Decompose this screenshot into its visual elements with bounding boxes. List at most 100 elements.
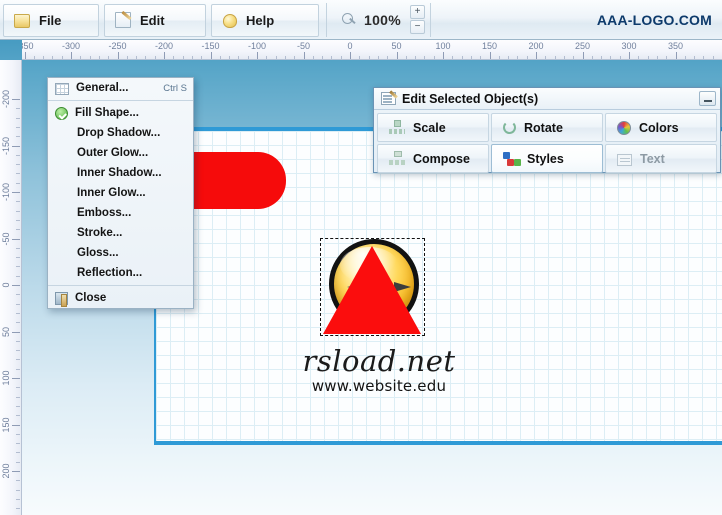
ruler-label: 50	[1, 326, 11, 337]
ruler-minor-tick	[694, 56, 696, 59]
panel-button-colors[interactable]: Colors	[605, 113, 717, 142]
menu-item-label: Stroke...	[77, 227, 123, 239]
ruler-minor-tick	[312, 56, 314, 59]
edit-selected-objects-panel[interactable]: Edit Selected Object(s) Scale Rotate Color…	[373, 87, 721, 173]
vertical-ruler: -200 -150 -100 -50 0 50 100 150 200	[0, 60, 22, 515]
ruler-minor-tick	[526, 56, 528, 59]
menu-item-fill-shape[interactable]: Fill Shape...	[48, 103, 193, 123]
ruler-minor-tick	[16, 396, 20, 398]
menu-item-drop-shadow[interactable]: Drop Shadow...	[48, 123, 193, 143]
edit-document-icon	[115, 12, 131, 28]
ruler-tick	[210, 52, 212, 59]
logo-object-group[interactable]	[320, 238, 425, 338]
ruler-tick	[12, 378, 20, 379]
ruler-tick	[629, 52, 630, 59]
ruler-label: -100	[247, 41, 267, 51]
panel-button-styles[interactable]: Styles	[491, 144, 603, 173]
ruler-tick	[71, 52, 72, 59]
panel-button-rotate[interactable]: Rotate	[491, 113, 603, 142]
menu-item-general[interactable]: General... Ctrl S	[48, 78, 193, 98]
menu-item-label: Reflection...	[77, 267, 143, 279]
ruler-minor-tick	[16, 210, 20, 212]
ruler-minor-tick	[294, 56, 296, 59]
ruler-minor-tick	[16, 312, 20, 314]
ruler-minor-tick	[182, 56, 184, 59]
menu-item-close[interactable]: Close	[48, 288, 193, 308]
menu-item-inner-shadow[interactable]: Inner Shadow...	[48, 163, 193, 183]
ruler-minor-tick	[16, 266, 20, 268]
ruler-minor-tick	[359, 56, 361, 59]
ruler-minor-tick	[108, 56, 110, 59]
ruler-label: 100	[1, 370, 11, 386]
ruler-tick	[489, 52, 491, 59]
ruler-tick	[164, 52, 165, 59]
ruler-minor-tick	[173, 56, 175, 59]
menu-item-spacer	[55, 206, 70, 221]
menu-item-label: Fill Shape...	[75, 107, 139, 119]
minimize-button[interactable]	[699, 91, 716, 106]
file-button[interactable]: File	[3, 3, 99, 37]
ruler-minor-tick	[573, 56, 575, 59]
ruler-minor-tick	[415, 56, 417, 59]
menu-item-label: Gloss...	[77, 247, 119, 259]
ruler-label: -50	[1, 231, 11, 246]
panel-button-scale[interactable]: Scale	[377, 113, 489, 142]
ruler-minor-tick	[452, 56, 454, 59]
menu-item-label: Emboss...	[77, 207, 132, 219]
logo-script-text[interactable]: rsload.net	[299, 344, 459, 378]
ruler-label: 0	[1, 282, 11, 288]
ruler-minor-tick	[703, 56, 705, 59]
menu-item-stroke[interactable]: Stroke...	[48, 223, 193, 243]
horizontal-ruler: -350 -300 -250 -200 -150 -100 -50 0 50 100 150 200 2…	[22, 40, 722, 60]
ruler-minor-tick	[368, 56, 370, 59]
toolbar-divider-2	[430, 2, 432, 37]
ruler-label: -100	[1, 182, 11, 202]
menu-item-reflection[interactable]: Reflection...	[48, 263, 193, 283]
edit-button[interactable]: Edit	[104, 3, 206, 37]
ruler-minor-tick	[16, 415, 20, 417]
help-button[interactable]: Help	[211, 3, 319, 37]
ruler-minor-tick	[16, 117, 20, 119]
logo-sub-text[interactable]: www.website.edu	[299, 377, 459, 395]
ruler-minor-tick	[16, 443, 20, 445]
ruler-label: -200	[154, 41, 174, 51]
color-wheel-icon	[617, 120, 631, 135]
ruler-label: -350	[22, 41, 34, 51]
ruler-minor-tick	[16, 257, 20, 259]
menu-item-emboss[interactable]: Emboss...	[48, 203, 193, 223]
menu-item-spacer	[55, 246, 70, 261]
ruler-minor-tick	[638, 56, 640, 59]
ruler-tick	[257, 52, 258, 59]
ruler-minor-tick	[229, 56, 231, 59]
ruler-minor-tick	[322, 56, 324, 59]
ruler-minor-tick	[16, 294, 20, 296]
ruler-minor-tick	[470, 56, 472, 59]
menu-item-shortcut: Ctrl S	[163, 82, 187, 94]
menu-item-inner-glow[interactable]: Inner Glow...	[48, 183, 193, 203]
menu-item-label: Inner Glow...	[77, 187, 146, 199]
menu-item-gloss[interactable]: Gloss...	[48, 243, 193, 263]
ruler-minor-tick	[340, 56, 342, 59]
edit-panel-icon	[381, 92, 396, 105]
ruler-tick	[12, 145, 20, 147]
ruler-tick	[12, 471, 20, 472]
close-door-icon	[55, 292, 68, 307]
ruler-minor-tick	[80, 56, 82, 59]
ruler-minor-tick	[16, 489, 20, 491]
ruler-minor-tick	[275, 56, 277, 59]
selection-bounding-box[interactable]	[320, 238, 425, 336]
ruler-label: 50	[391, 41, 402, 51]
ruler-label: 300	[621, 41, 637, 51]
zoom-increase-button[interactable]: +	[410, 5, 426, 19]
ruler-minor-tick	[16, 229, 20, 231]
effects-context-menu[interactable]: General... Ctrl S Fill Shape... Drop Shadow…	[47, 77, 194, 309]
ruler-label: -50	[296, 41, 311, 51]
ruler-tick	[12, 238, 20, 240]
zoom-decrease-button[interactable]: −	[410, 20, 426, 34]
panel-button-compose[interactable]: Compose	[377, 144, 489, 173]
ruler-tick	[396, 52, 398, 59]
edit-panel-titlebar: Edit Selected Object(s)	[374, 88, 720, 110]
ruler-minor-tick	[16, 173, 20, 175]
menu-item-outer-glow[interactable]: Outer Glow...	[48, 143, 193, 163]
menu-item-spacer	[55, 186, 70, 201]
